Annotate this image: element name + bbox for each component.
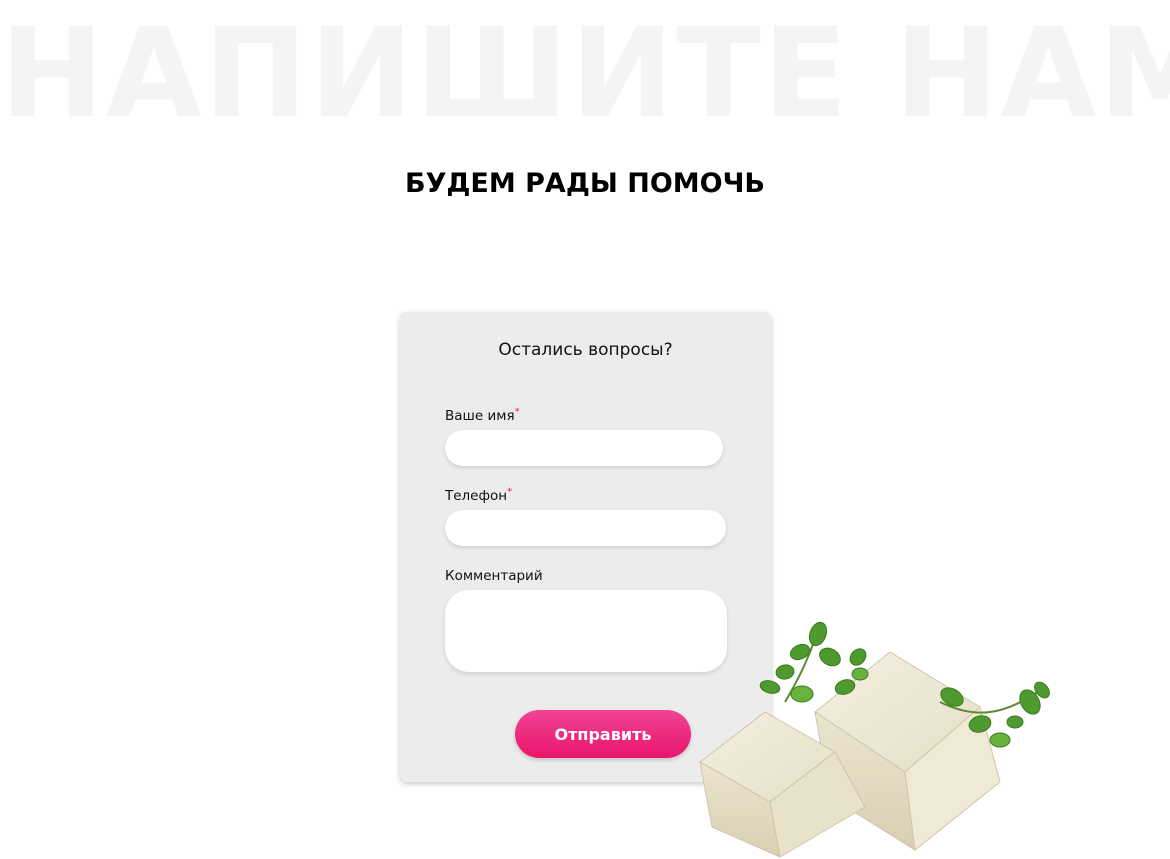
required-mark: *: [514, 406, 520, 418]
comment-textarea[interactable]: [445, 590, 727, 672]
comment-label-text: Комментарий: [445, 568, 543, 584]
name-input[interactable]: [445, 430, 723, 466]
name-field-label: Ваше имя*: [445, 406, 520, 424]
phone-input[interactable]: [445, 510, 726, 546]
contact-section: НАПИШИТЕ НАМ БУДЕМ РАДЫ ПОМОЧЬ Остались …: [0, 0, 1170, 859]
background-heading: НАПИШИТЕ НАМ: [0, 2, 1170, 146]
name-label-text: Ваше имя: [445, 408, 515, 424]
section-subtitle: БУДЕМ РАДЫ ПОМОЧЬ: [404, 168, 766, 199]
required-mark: *: [507, 486, 513, 498]
submit-button[interactable]: Отправить: [515, 710, 691, 758]
tofu-with-herbs-icon: [699, 621, 1050, 858]
comment-field-label: Комментарий: [445, 568, 543, 584]
phone-label-text: Телефон: [445, 488, 508, 504]
phone-field-label: Телефон*: [445, 486, 513, 504]
form-title: Остались вопросы?: [498, 340, 673, 360]
